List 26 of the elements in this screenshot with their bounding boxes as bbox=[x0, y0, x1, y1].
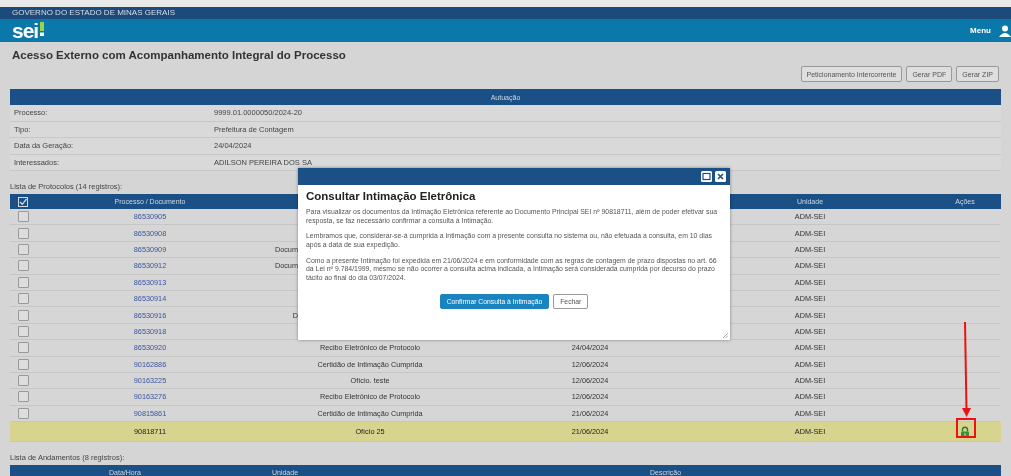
highlight-frame bbox=[956, 418, 976, 438]
row-checkbox[interactable] bbox=[18, 358, 29, 370]
row-checkbox[interactable] bbox=[18, 276, 29, 288]
maximize-icon[interactable] bbox=[701, 171, 712, 182]
row-checkbox[interactable] bbox=[18, 227, 29, 239]
row-checkbox[interactable] bbox=[18, 375, 29, 387]
logo-mark-icon bbox=[39, 21, 46, 36]
row-checkbox[interactable] bbox=[18, 211, 29, 223]
row-checkbox[interactable] bbox=[18, 293, 29, 305]
row-checkbox[interactable] bbox=[18, 407, 29, 419]
resize-grip-icon[interactable] bbox=[723, 333, 728, 338]
menu-link[interactable]: Menu bbox=[970, 26, 991, 35]
row-checkbox[interactable] bbox=[18, 260, 29, 272]
logo: sei bbox=[12, 20, 39, 41]
select-all-checkbox[interactable] bbox=[18, 196, 28, 207]
user-icon[interactable] bbox=[999, 24, 1011, 37]
row-checkbox[interactable] bbox=[18, 325, 29, 337]
page-title: Acesso Externo com Acompanhamento Integral do Processo bbox=[11, 48, 347, 61]
dialog-title: Consultar Intimação Eletrônica bbox=[306, 190, 477, 202]
row-checkbox[interactable] bbox=[18, 309, 29, 321]
row-checkbox[interactable] bbox=[18, 342, 29, 354]
row-checkbox[interactable] bbox=[18, 243, 29, 255]
government-name: GOVERNO DO ESTADO DE MINAS GERAIS bbox=[12, 8, 175, 18]
close-icon[interactable] bbox=[715, 171, 726, 182]
row-checkbox[interactable] bbox=[18, 391, 29, 403]
lock-icon[interactable] bbox=[959, 425, 971, 438]
